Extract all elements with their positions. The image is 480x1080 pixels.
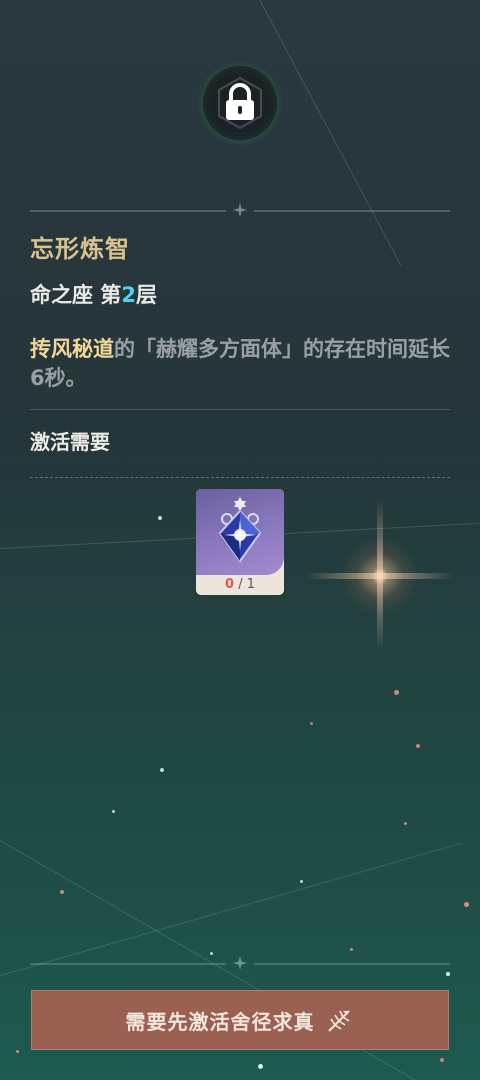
description-highlight: 抟风秘道 — [30, 337, 114, 361]
constellation-description: 抟风秘道的「赫耀多方面体」的存在时间延长6秒。 — [30, 335, 455, 393]
constellation-line — [0, 842, 462, 976]
constellation-line — [259, 0, 402, 266]
requirement-dashed-separator — [30, 477, 450, 478]
item-count-need: 1 — [246, 577, 255, 592]
star-dot — [112, 810, 115, 813]
layer-prefix: 命之座 第 — [30, 283, 122, 307]
requirement-label: 激活需要 — [30, 430, 110, 454]
layer-number: 2 — [121, 283, 136, 307]
item-count: 0 / 1 — [196, 575, 284, 595]
feather-arrow-icon — [327, 1010, 350, 1032]
lock-icon — [218, 76, 262, 130]
star-dot — [350, 948, 353, 951]
star-dot — [440, 1058, 444, 1062]
ornament-divider — [30, 203, 450, 217]
item-count-separator: / — [238, 577, 243, 592]
required-item-card[interactable]: 0 / 1 — [196, 489, 284, 595]
divider-star-icon — [233, 203, 247, 217]
star-dot — [160, 768, 164, 772]
star-dot — [446, 972, 450, 976]
activate-button-label: 需要先激活舍径求真 — [125, 1009, 315, 1034]
star-dot — [394, 690, 399, 695]
constellation-layer: 命之座 第2层 — [30, 279, 157, 309]
star-flare-ray — [305, 573, 455, 579]
star-dot — [404, 822, 407, 825]
star-dot — [258, 1064, 263, 1069]
star-dot — [60, 890, 64, 894]
section-separator — [30, 409, 450, 410]
star-dot — [158, 516, 162, 520]
layer-suffix: 层 — [135, 283, 157, 307]
constellation-title: 忘形炼智 — [30, 235, 130, 263]
star-dot — [416, 744, 420, 748]
star-dot — [464, 902, 469, 907]
ornament-divider-bottom — [30, 956, 450, 970]
item-art — [196, 489, 284, 575]
activate-prerequisite-button[interactable]: 需要先激活舍径求真 — [31, 990, 449, 1050]
star-dot — [300, 880, 303, 883]
star-dot — [210, 952, 213, 955]
item-count-have: 0 — [225, 577, 235, 592]
crystal-gem-icon — [218, 497, 262, 563]
divider-star-icon — [233, 956, 247, 970]
star-dot — [310, 722, 313, 725]
constellation-lock-badge — [203, 66, 277, 140]
star-dot — [16, 1050, 19, 1053]
